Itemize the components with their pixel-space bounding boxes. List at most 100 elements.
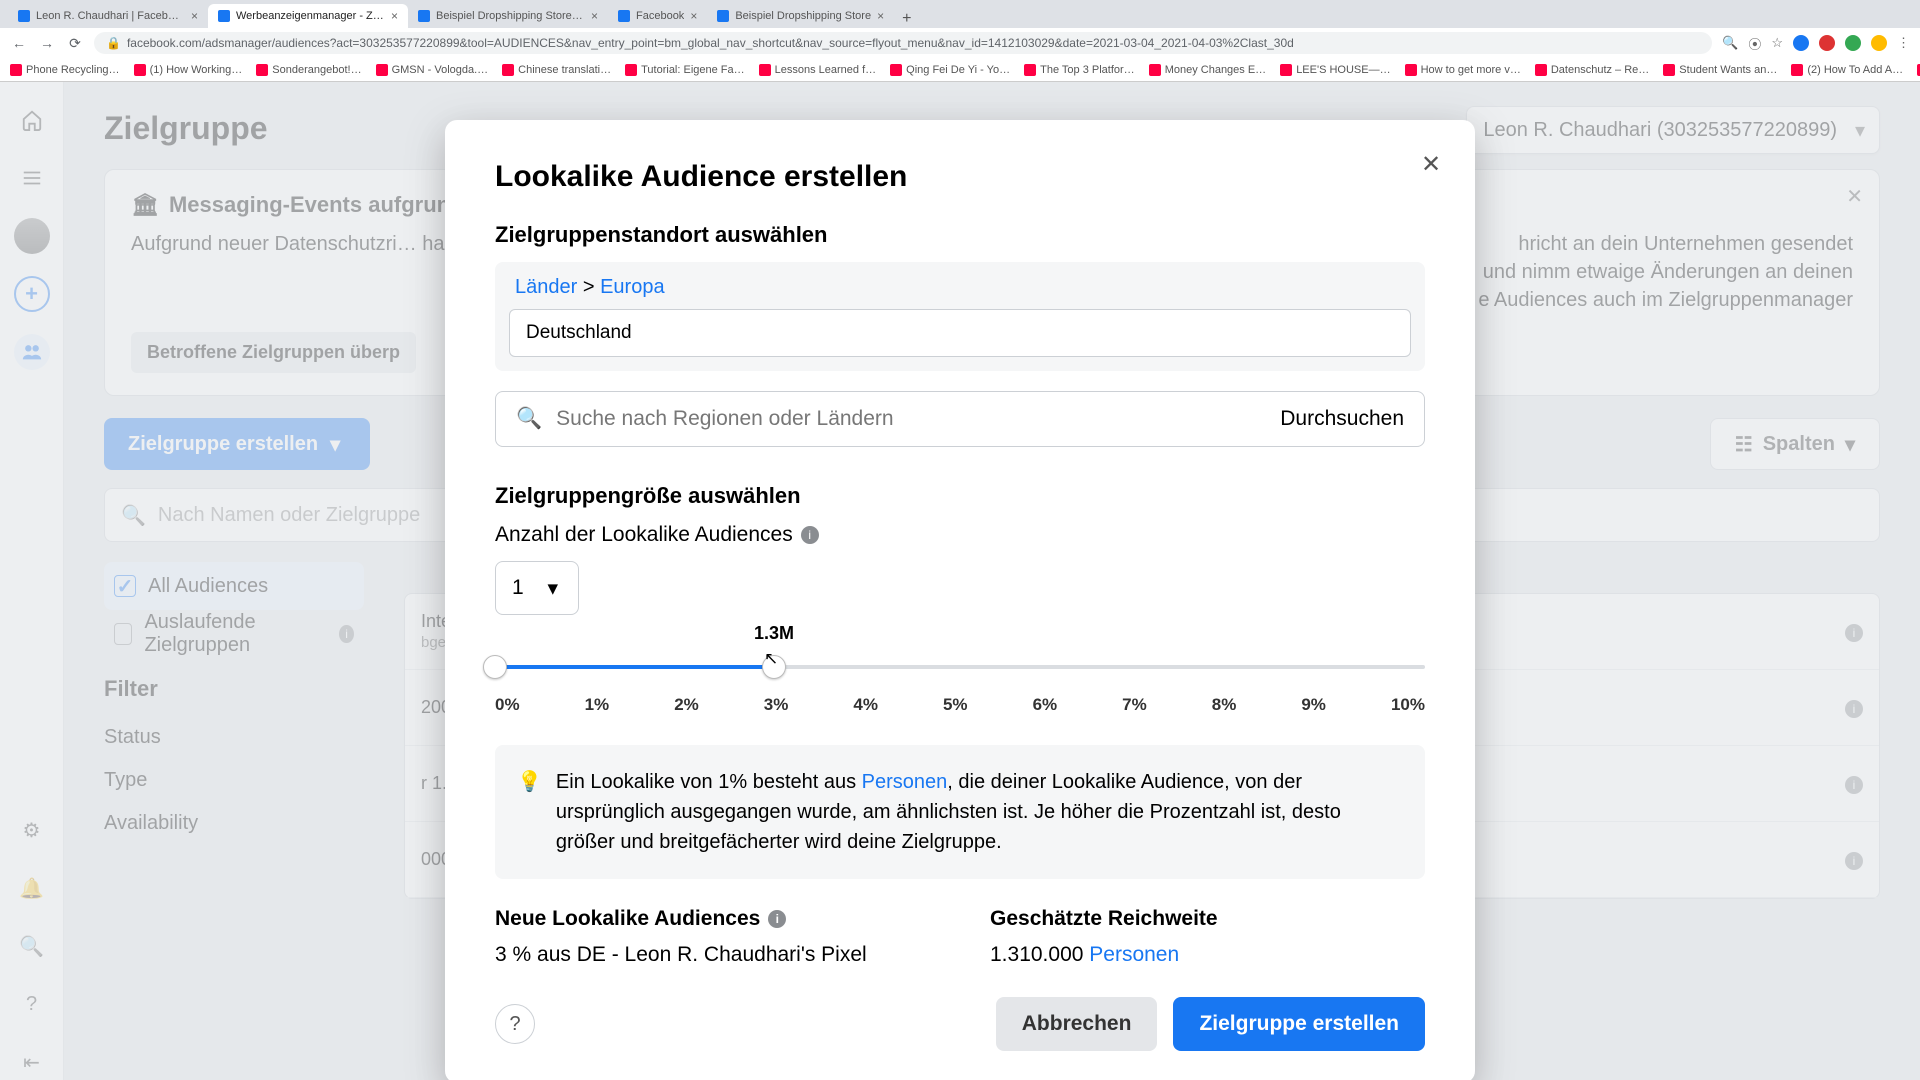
modal-title: Lookalike Audience erstellen [495, 160, 1425, 194]
zoom-icon[interactable]: 🔍 [1722, 35, 1738, 51]
favicon [218, 10, 230, 22]
favicon [618, 10, 630, 22]
browse-button[interactable]: Durchsuchen [1280, 407, 1404, 431]
browser-tab[interactable]: Facebook × [608, 4, 707, 28]
kebab-icon[interactable]: ⋮ [1897, 35, 1910, 51]
crumb-countries[interactable]: Länder [515, 276, 577, 298]
browser-tab[interactable]: Werbeanzeigenmanager - Ziel… × [208, 4, 408, 28]
info-icon[interactable]: i [801, 526, 819, 544]
close-icon[interactable]: × [591, 9, 598, 23]
count-select[interactable]: 1 ▾ [495, 561, 579, 615]
tab-title: Leon R. Chaudhari | Facebook [36, 10, 185, 22]
close-icon[interactable]: × [191, 9, 198, 23]
favicon [418, 10, 430, 22]
tab-title: Beispiel Dropshipping Store - … [436, 10, 585, 22]
nav-reload-icon[interactable]: ⟳ [66, 35, 84, 52]
slider-ticks: 0%1%2%3%4%5%6%7%8%9%10% [495, 695, 1425, 715]
cancel-button[interactable]: Abbrechen [996, 997, 1158, 1051]
region-search[interactable]: 🔍 Suche nach Regionen oder Ländern Durch… [495, 391, 1425, 447]
url-field[interactable]: 🔒 facebook.com/adsmanager/audiences?act=… [94, 32, 1712, 54]
section-size-title: Zielgruppengröße auswählen [495, 483, 1425, 509]
size-slider[interactable]: 1.3M ↖ [495, 651, 1425, 687]
close-icon[interactable]: ✕ [1411, 144, 1451, 184]
selected-country[interactable]: Deutschland [509, 309, 1411, 357]
extension-icon[interactable] [1793, 35, 1809, 51]
bookmark[interactable]: (1) How Working… [134, 64, 243, 76]
hint-box: 💡 Ein Lookalike von 1% besteht aus Perso… [495, 745, 1425, 879]
bookmark[interactable]: Chinese translati… [502, 64, 611, 76]
search-icon: 🔍 [516, 407, 542, 431]
bookmark[interactable]: Qing Fei De Yi - Yo… [890, 64, 1010, 76]
count-label: Anzahl der Lookalike Audiences i [495, 523, 1425, 547]
tick-label: 3% [764, 695, 789, 715]
slider-thumb-end[interactable] [762, 655, 786, 679]
extension-icon[interactable] [1871, 35, 1887, 51]
location-icon[interactable]: ⦿ [1748, 34, 1761, 53]
bookmark[interactable]: (2) How To Add A… [1791, 64, 1903, 76]
nav-back-icon[interactable]: ← [10, 35, 28, 51]
people-link[interactable]: Personen [862, 771, 948, 793]
tab-title: Werbeanzeigenmanager - Ziel… [236, 10, 385, 22]
favicon [18, 10, 30, 22]
browser-tab[interactable]: Beispiel Dropshipping Store × [707, 4, 894, 28]
bookmarks-bar: Phone Recycling… (1) How Working… Sonderan… [0, 58, 1920, 82]
tick-label: 9% [1301, 695, 1326, 715]
browser-chrome: Leon R. Chaudhari | Facebook×Werbeanzeig… [0, 0, 1920, 82]
tick-label: 0% [495, 695, 520, 715]
bookmark[interactable]: Tutorial: Eigene Fa… [625, 64, 745, 76]
bookmark[interactable]: Sonderangebot!… [256, 64, 361, 76]
bookmark[interactable]: How to get more v… [1405, 64, 1521, 76]
info-icon[interactable]: i [768, 910, 786, 928]
bookmark[interactable]: Phone Recycling… [10, 64, 120, 76]
slider-fill [504, 665, 774, 669]
bookmark[interactable]: The Top 3 Platfor… [1024, 64, 1135, 76]
new-tab-button[interactable]: + [894, 10, 919, 28]
extension-icon[interactable] [1819, 35, 1835, 51]
slider-value: 1.3M [754, 623, 794, 644]
nav-forward-icon[interactable]: → [38, 35, 56, 51]
tab-title: Beispiel Dropshipping Store [735, 10, 871, 22]
location-box: Länder > Europa Deutschland [495, 262, 1425, 371]
browser-tab[interactable]: Leon R. Chaudhari | Facebook × [8, 4, 208, 28]
favicon [625, 64, 637, 76]
favicon [1405, 64, 1417, 76]
slider-thumb-start[interactable] [483, 655, 507, 679]
favicon [1280, 64, 1292, 76]
favicon [1149, 64, 1161, 76]
favicon [502, 64, 514, 76]
tick-label: 6% [1033, 695, 1058, 715]
bookmark[interactable]: Datenschutz – Re… [1535, 64, 1649, 76]
browser-tab[interactable]: Beispiel Dropshipping Store - … × [408, 4, 608, 28]
extension-icon[interactable] [1845, 35, 1861, 51]
create-button[interactable]: Zielgruppe erstellen [1173, 997, 1425, 1051]
favicon [376, 64, 388, 76]
bookmark[interactable]: Money Changes E… [1149, 64, 1267, 76]
favicon [759, 64, 771, 76]
bookmark[interactable]: LEE'S HOUSE—… [1280, 64, 1390, 76]
tick-label: 10% [1391, 695, 1425, 715]
lock-icon: 🔒 [106, 36, 121, 50]
help-icon[interactable]: ? [495, 1004, 535, 1044]
bulb-icon: 💡 [517, 767, 542, 857]
bookmark[interactable]: Lessons Learned f… [759, 64, 877, 76]
reach-title: Geschätzte Reichweite [990, 907, 1425, 931]
search-placeholder: Suche nach Regionen oder Ländern [556, 407, 893, 431]
close-icon[interactable]: × [690, 9, 697, 23]
close-icon[interactable]: × [391, 9, 398, 23]
favicon [134, 64, 146, 76]
url-text: facebook.com/adsmanager/audiences?act=30… [127, 36, 1294, 50]
bookmark[interactable]: Student Wants an… [1663, 64, 1777, 76]
favicon [1663, 64, 1675, 76]
bookmark[interactable]: GMSN - Vologda.… [376, 64, 489, 76]
crumb-region[interactable]: Europa [600, 276, 665, 298]
favicon [10, 64, 22, 76]
close-icon[interactable]: × [877, 9, 884, 23]
tick-label: 4% [853, 695, 878, 715]
star-icon[interactable]: ☆ [1771, 35, 1783, 51]
new-audiences-title: Neue Lookalike Audiences i [495, 907, 930, 931]
favicon [1535, 64, 1547, 76]
tick-label: 1% [585, 695, 610, 715]
favicon [1791, 64, 1803, 76]
tab-title: Facebook [636, 10, 684, 22]
lookalike-modal: Lookalike Audience erstellen ✕ Zielgrupp… [445, 120, 1475, 1080]
